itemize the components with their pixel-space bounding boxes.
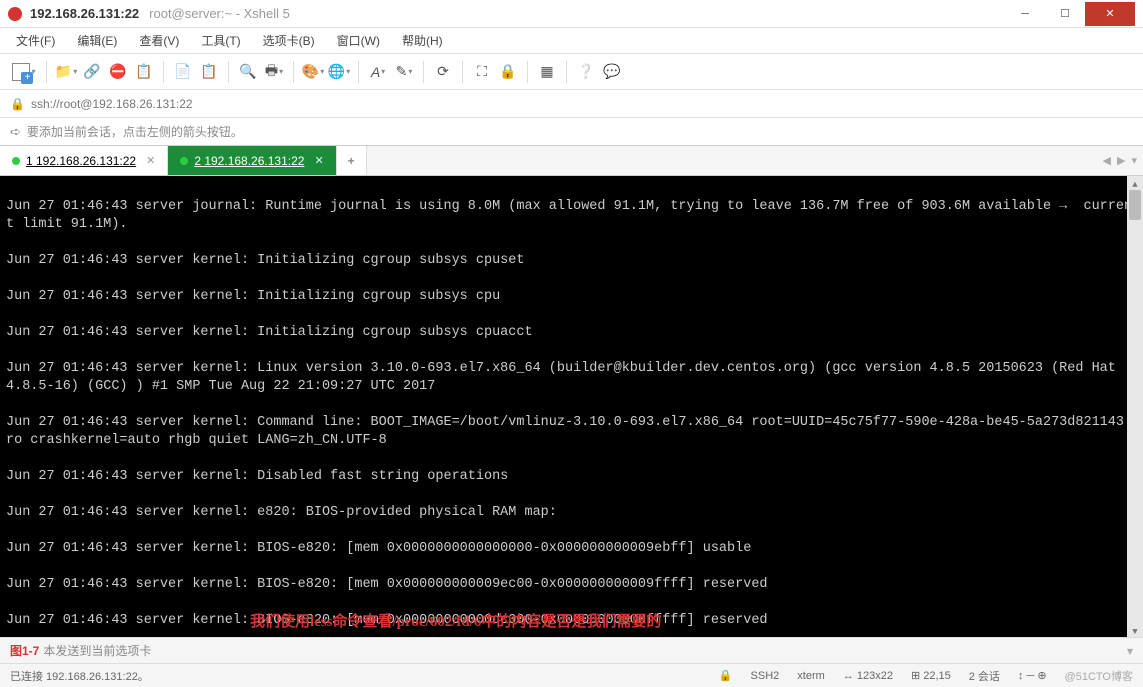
reconnect-button[interactable]: 🔗 [81,61,103,83]
fullscreen-button[interactable]: ⛶ [471,61,493,83]
minimize-button[interactable]: ─ [1005,2,1045,26]
terminal-line: Jun 27 01:46:43 server kernel: BIOS-e820… [6,540,1137,558]
terminal-line: Jun 27 01:46:43 server kernel: Disabled … [6,468,1137,486]
encoding-button[interactable]: 🌐▾ [328,61,350,83]
new-session-button[interactable]: ▾ [10,61,38,83]
keypad-button[interactable]: ▦ [536,61,558,83]
titlebar: 192.168.26.131:22 root@server:~ - Xshell… [0,0,1143,28]
terminal-line: Jun 27 01:46:43 server journal: Runtime … [6,198,1137,234]
menu-edit[interactable]: 编辑(E) [71,29,123,52]
tab-session-2[interactable]: 2 192.168.26.131:22 ✕ [168,146,336,175]
highlight-button[interactable]: ✎▾ [393,61,415,83]
font-button[interactable]: A▾ [367,61,389,83]
status-termtype: xterm [797,670,825,682]
scroll-thumb[interactable] [1129,190,1141,220]
tab-nav: ◀ ▶ ▾ [1103,146,1137,175]
copy-button[interactable]: 📄 [172,61,194,83]
app-icon [8,7,22,21]
lock-icon: 🔒 [10,97,25,111]
status-dot-icon [12,157,20,165]
terminal-line: Jun 27 01:46:43 server kernel: Initializ… [6,288,1137,306]
tab-label: 1 192.168.26.131:22 [26,154,136,168]
tab-session-1[interactable]: 1 192.168.26.131:22 ✕ [0,146,168,175]
tab-close-icon[interactable]: ✕ [314,154,323,167]
watermark: @51CTO博客 [1065,668,1133,684]
tab-list-icon[interactable]: ▾ [1131,154,1137,167]
window-title: 192.168.26.131:22 [30,6,139,21]
close-button[interactable]: ✕ [1085,2,1135,26]
paste-button[interactable]: 📋 [198,61,220,83]
menu-tab[interactable]: 选项卡(B) [257,29,321,52]
refresh-button[interactable]: ⟳ [432,61,454,83]
disconnect-button[interactable]: ⛔ [107,61,129,83]
status-cursor-pos: 22,15 [923,670,951,682]
status-bar: 已连接 192.168.26.131:22。 🔒 SSH2 xterm ↔ 12… [0,663,1143,687]
terminal[interactable]: Jun 27 01:46:43 server journal: Runtime … [0,176,1143,637]
tab-add-button[interactable]: + [337,146,367,175]
menu-tools[interactable]: 工具(T) [195,29,246,52]
terminal-line: Jun 27 01:46:43 server kernel: e820: BIO… [6,504,1137,522]
compose-bar: 图1-7 本发送到当前选项卡 ▾ [0,637,1143,663]
find-button[interactable]: 🔍 [237,61,259,83]
new-tab-icon [12,63,30,81]
address-text[interactable]: ssh://root@192.168.26.131:22 [31,97,1133,111]
maximize-button[interactable]: ☐ [1045,2,1085,26]
terminal-line: Jun 27 01:46:43 server kernel: Command l… [6,414,1137,450]
tab-label: 2 192.168.26.131:22 [194,154,304,168]
toolbar: ▾ 📁▾ 🔗 ⛔ 📋 📄 📋 🔍 🖶▾ 🎨▾ 🌐▾ A▾ ✎▾ ⟳ ⛶ 🔒 ▦ … [0,54,1143,90]
menu-help[interactable]: 帮助(H) [396,29,449,52]
terminal-line: Jun 27 01:46:43 server kernel: Initializ… [6,252,1137,270]
annotation-overlay: 我们使用less命令查看/proc/602/fd/6中的内容是否是我们需要的 [250,613,661,631]
status-size: 123x22 [857,670,893,682]
hint-text: 要添加当前会话，点击左侧的箭头按钮。 [27,123,243,140]
menu-file[interactable]: 文件(F) [10,29,61,52]
chat-button[interactable]: 💬 [601,61,623,83]
tab-bar: 1 192.168.26.131:22 ✕ 2 192.168.26.131:2… [0,146,1143,176]
help-button[interactable]: ❔ [575,61,597,83]
open-button[interactable]: 📁▾ [55,61,77,83]
tab-next-icon[interactable]: ▶ [1117,154,1125,167]
status-connection: 已连接 192.168.26.131:22。 [10,668,149,684]
hint-bar: ➪ 要添加当前会话，点击左侧的箭头按钮。 [0,118,1143,146]
terminal-line: Jun 27 01:46:43 server kernel: Initializ… [6,324,1137,342]
properties-button[interactable]: 📋 [133,61,155,83]
address-bar: 🔒 ssh://root@192.168.26.131:22 [0,90,1143,118]
terminal-line: Jun 27 01:46:43 server kernel: Linux ver… [6,360,1137,396]
menu-window[interactable]: 窗口(W) [331,29,386,52]
terminal-scrollbar[interactable]: ▲ ▼ [1127,176,1143,637]
scroll-down-icon[interactable]: ▼ [1127,623,1143,637]
status-protocol: SSH2 [751,670,780,682]
status-sessions: 2 会话 [969,668,1000,684]
terminal-line: Jun 27 01:46:43 server kernel: BIOS-e820… [6,576,1137,594]
menubar: 文件(F) 编辑(E) 查看(V) 工具(T) 选项卡(B) 窗口(W) 帮助(… [0,28,1143,54]
scroll-up-icon[interactable]: ▲ [1127,176,1143,190]
add-session-arrow-icon[interactable]: ➪ [10,124,21,140]
color-button[interactable]: 🎨▾ [302,61,324,83]
menu-view[interactable]: 查看(V) [133,29,185,52]
status-dot-icon [180,157,188,165]
figure-tag: 图1-7 [10,642,39,659]
tab-prev-icon[interactable]: ◀ [1103,154,1111,167]
window-subtitle: root@server:~ - Xshell 5 [149,6,290,21]
lock-button[interactable]: 🔒 [497,61,519,83]
print-button[interactable]: 🖶▾ [263,61,285,83]
compose-dropdown-icon[interactable]: ▾ [1127,644,1133,658]
status-lock-icon: 🔒 [719,669,733,682]
tab-close-icon[interactable]: ✕ [146,154,155,167]
compose-hint: 本发送到当前选项卡 [43,642,151,659]
